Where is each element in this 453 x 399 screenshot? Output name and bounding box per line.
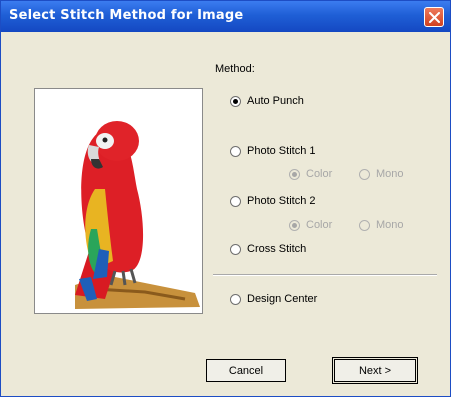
radio-indicator[interactable] (289, 168, 300, 180)
close-icon (428, 11, 440, 23)
method-label: Method: (215, 63, 255, 75)
radio-indicator[interactable] (230, 195, 241, 207)
separator (213, 274, 437, 276)
close-button[interactable] (424, 7, 444, 27)
radio-label: Design Center (247, 293, 318, 305)
dialog-content: Method: Auto Punch Photo Stitch 1 Color … (1, 32, 450, 396)
radio-design-center[interactable]: Design Center (230, 293, 317, 305)
radio-auto-punch[interactable]: Auto Punch (230, 95, 304, 107)
dialog-window: Select Stitch Method for Image Method: A… (0, 0, 451, 397)
radio-photo-stitch-1-mono[interactable]: Mono (359, 168, 404, 180)
radio-label: Auto Punch (247, 95, 304, 107)
radio-indicator[interactable] (359, 219, 370, 231)
radio-indicator[interactable] (230, 145, 241, 157)
radio-photo-stitch-2-color[interactable]: Color (289, 219, 332, 231)
radio-photo-stitch-2[interactable]: Photo Stitch 2 (230, 195, 316, 207)
radio-indicator[interactable] (230, 95, 241, 107)
radio-label: Color (306, 219, 333, 231)
radio-indicator[interactable] (230, 293, 241, 305)
window-title: Select Stitch Method for Image (9, 8, 244, 23)
radio-photo-stitch-2-mono[interactable]: Mono (359, 219, 404, 231)
radio-label: Cross Stitch (247, 243, 307, 255)
next-button[interactable]: Next > (332, 357, 418, 384)
radio-indicator[interactable] (230, 243, 241, 255)
radio-indicator[interactable] (359, 168, 370, 180)
radio-label: Photo Stitch 1 (247, 145, 316, 157)
radio-label: Mono (376, 219, 404, 231)
image-preview (34, 88, 203, 314)
cancel-button[interactable]: Cancel (206, 359, 286, 382)
radio-photo-stitch-1[interactable]: Photo Stitch 1 (230, 145, 316, 157)
radio-label: Color (306, 168, 333, 180)
radio-cross-stitch[interactable]: Cross Stitch (230, 243, 306, 255)
radio-label: Photo Stitch 2 (247, 195, 316, 207)
radio-photo-stitch-1-color[interactable]: Color (289, 168, 332, 180)
radio-indicator[interactable] (289, 219, 300, 231)
title-bar[interactable]: Select Stitch Method for Image (1, 1, 450, 32)
parrot-image (35, 89, 202, 313)
radio-label: Mono (376, 168, 404, 180)
